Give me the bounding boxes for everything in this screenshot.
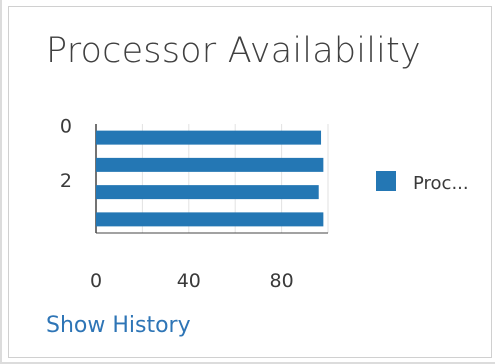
y-tick-label: 2 xyxy=(60,170,72,192)
bar-3 xyxy=(96,212,324,227)
bar-0 xyxy=(96,130,322,145)
bar-2 xyxy=(96,185,319,200)
processor-availability-chart: 020 40 80Proc... xyxy=(60,116,469,292)
legend-label: Proc... xyxy=(413,173,469,194)
y-tick-label: 0 xyxy=(60,116,72,138)
bar-1 xyxy=(96,157,324,172)
x-tick-label: 80 xyxy=(270,270,294,292)
x-tick-label: 40 xyxy=(177,270,201,292)
legend-swatch xyxy=(376,171,396,191)
x-tick-label: 0 xyxy=(90,270,102,292)
